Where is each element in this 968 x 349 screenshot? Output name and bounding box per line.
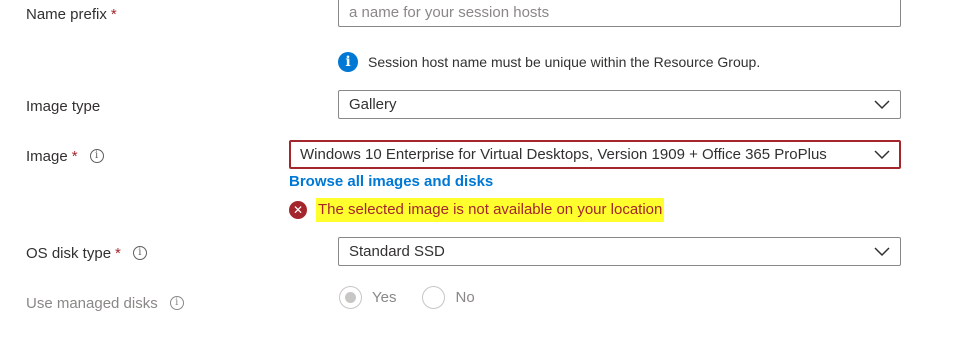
- image-error-message: ✕ The selected image is not available on…: [289, 198, 665, 222]
- error-message-text: The selected image is not available on y…: [316, 198, 665, 222]
- info-tooltip-icon[interactable]: i: [132, 246, 147, 260]
- use-managed-disks-radio-group: Yes No: [339, 286, 501, 309]
- name-prefix-input[interactable]: [349, 4, 890, 21]
- required-asterisk: *: [71, 147, 78, 165]
- image-type-label-text: Image type: [26, 97, 101, 115]
- session-host-form: Name prefix * i Session host name must b…: [0, 0, 968, 349]
- info-message-text: Session host name must be unique within …: [368, 54, 761, 70]
- name-prefix-label: Name prefix *: [26, 4, 117, 24]
- error-icon: ✕: [289, 201, 307, 219]
- use-managed-disks-label: Use managed disks i: [26, 293, 184, 313]
- os-disk-type-selected: Standard SSD: [349, 243, 445, 260]
- required-asterisk: *: [110, 5, 117, 23]
- name-prefix-label-text: Name prefix: [26, 5, 107, 23]
- os-disk-type-label-text: OS disk type: [26, 244, 112, 262]
- image-type-dropdown[interactable]: Gallery: [338, 90, 901, 119]
- radio-label-no: No: [455, 289, 475, 306]
- image-label: Image * i: [26, 146, 104, 166]
- info-icon: i: [338, 52, 358, 72]
- use-managed-disks-label-text: Use managed disks: [26, 294, 158, 312]
- info-tooltip-icon[interactable]: i: [89, 149, 104, 163]
- image-selected: Windows 10 Enterprise for Virtual Deskto…: [300, 146, 827, 163]
- os-disk-type-label: OS disk type * i: [26, 243, 147, 263]
- image-type-selected: Gallery: [349, 96, 397, 113]
- radio-option-no[interactable]: No: [422, 286, 475, 309]
- chevron-down-icon: [874, 246, 890, 256]
- radio-label-yes: Yes: [372, 289, 397, 306]
- image-dropdown[interactable]: Windows 10 Enterprise for Virtual Deskto…: [289, 140, 901, 169]
- name-prefix-field[interactable]: [338, 0, 901, 27]
- name-prefix-info-message: i Session host name must be unique withi…: [338, 52, 760, 72]
- image-type-label: Image type: [26, 96, 100, 116]
- os-disk-type-dropdown[interactable]: Standard SSD: [338, 237, 901, 266]
- required-asterisk: *: [115, 244, 121, 262]
- radio-button-no[interactable]: [422, 286, 446, 309]
- chevron-down-icon: [874, 99, 890, 109]
- info-tooltip-icon[interactable]: i: [169, 296, 184, 310]
- radio-selected-dot: [345, 292, 356, 303]
- radio-button-yes[interactable]: [339, 286, 362, 309]
- image-label-text: Image: [26, 147, 68, 165]
- chevron-down-icon: [874, 149, 890, 159]
- radio-option-yes[interactable]: Yes: [339, 286, 396, 309]
- browse-images-link[interactable]: Browse all images and disks: [289, 173, 493, 190]
